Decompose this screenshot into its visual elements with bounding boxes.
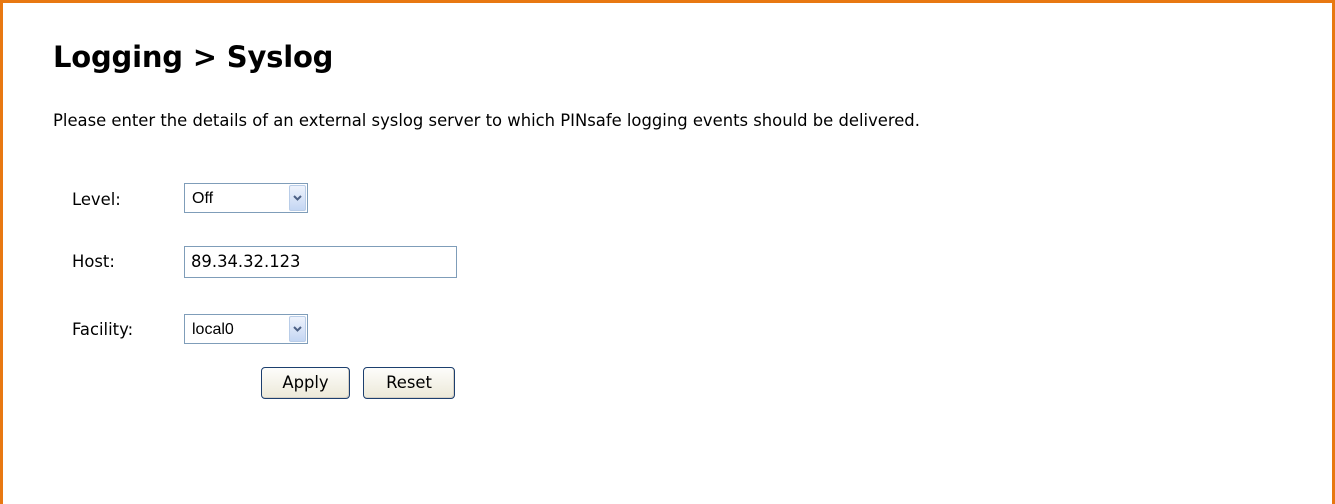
level-dropdown-button[interactable] — [289, 185, 306, 211]
level-label: Level: — [72, 190, 121, 209]
host-input[interactable]: 89.34.32.123 — [184, 246, 457, 278]
page-title: Logging > Syslog — [53, 40, 334, 74]
intro-text: Please enter the details of an external … — [53, 111, 920, 130]
level-select-value: Off — [192, 190, 214, 207]
reset-button[interactable]: Reset — [363, 367, 455, 399]
facility-dropdown-button[interactable] — [289, 316, 306, 342]
level-select[interactable]: Off — [184, 183, 308, 213]
apply-button[interactable]: Apply — [261, 367, 350, 399]
facility-label: Facility: — [72, 320, 134, 339]
chevron-down-icon — [293, 195, 302, 201]
content-frame: Logging > Syslog Please enter the detail… — [0, 0, 1335, 504]
chevron-down-icon — [293, 326, 302, 332]
facility-select-value: local0 — [192, 321, 234, 338]
facility-select[interactable]: local0 — [184, 314, 308, 344]
host-label: Host: — [72, 252, 115, 271]
